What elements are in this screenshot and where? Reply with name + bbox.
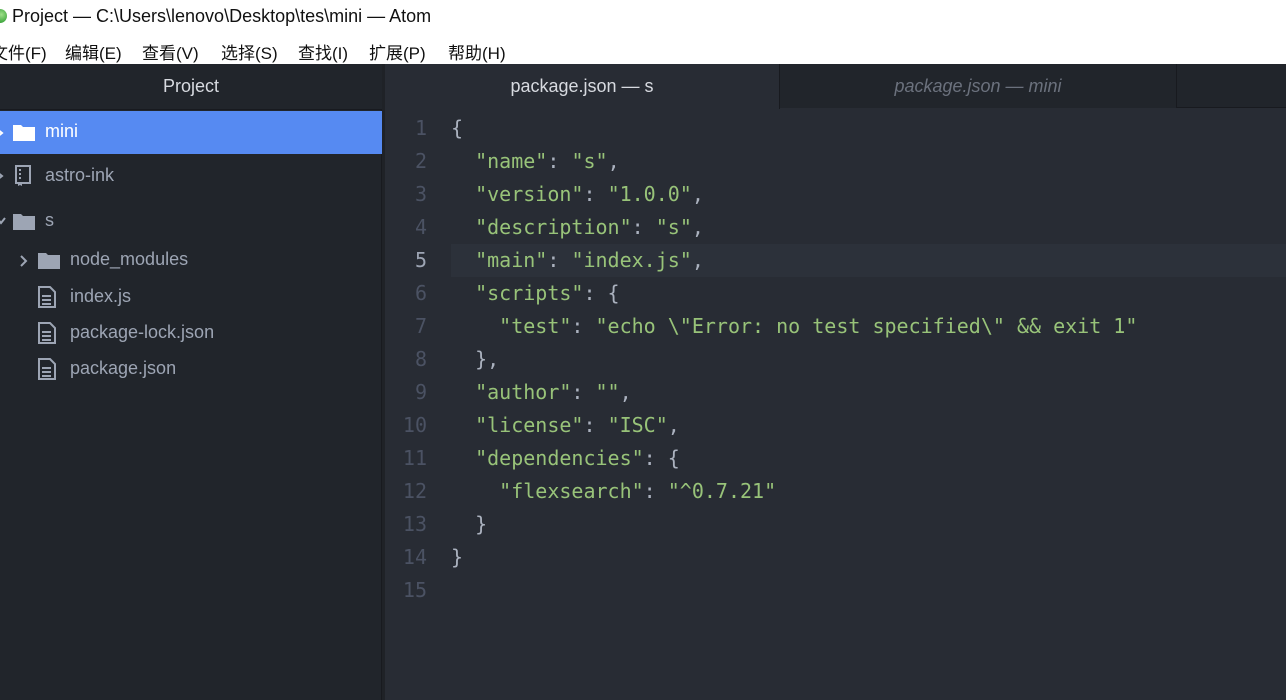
menu-view[interactable]: 查看(V) xyxy=(142,39,199,64)
tree-item-index-js[interactable]: index.js xyxy=(0,279,382,315)
menu-file[interactable]: 文件(F) xyxy=(0,39,47,64)
workspace: Project mini astro-ink s node_modules in… xyxy=(0,64,1286,700)
line-number: 3 xyxy=(414,182,427,206)
code-line-text: }, xyxy=(451,347,500,371)
code-line-text: { xyxy=(451,116,464,140)
tree-item-package-lock-json[interactable]: package-lock.json xyxy=(0,315,382,351)
line-number: 4 xyxy=(414,215,427,239)
atom-logo-icon xyxy=(0,9,7,23)
code-line[interactable]: 4 "description": "s", xyxy=(385,211,1286,244)
tree-item-label: index.js xyxy=(70,286,132,306)
code-line[interactable]: 1{ xyxy=(385,112,1286,145)
line-number: 11 xyxy=(402,446,427,470)
file-icon xyxy=(38,358,56,380)
code-line-text: "dependencies": { xyxy=(475,446,680,470)
code-line-text: "license": "ISC", xyxy=(475,413,680,437)
window-title: Project — C:\Users\lenovo\Desktop\tes\mi… xyxy=(12,6,432,26)
file-icon xyxy=(38,286,56,308)
folder-icon xyxy=(12,122,36,142)
title-bar: Project — C:\Users\lenovo\Desktop\tes\mi… xyxy=(0,0,1286,34)
line-number: 14 xyxy=(402,545,427,569)
code-line[interactable]: 7 "test": "echo \"Error: no test specifi… xyxy=(385,310,1286,343)
code-line[interactable]: 3 "version": "1.0.0", xyxy=(385,178,1286,211)
tree-item-package-json[interactable]: package.json xyxy=(0,351,382,387)
line-number: 5 xyxy=(414,248,427,272)
tab-package-json-s[interactable]: package.json — s xyxy=(385,64,780,109)
menu-packages[interactable]: 扩展(P) xyxy=(369,39,426,64)
code-line[interactable]: 14} xyxy=(385,541,1286,574)
tab-package-json-mini[interactable]: package.json — mini xyxy=(780,64,1177,108)
code-line[interactable]: 6 "scripts": { xyxy=(385,277,1286,310)
chevron-right-icon[interactable] xyxy=(20,243,30,279)
menu-edit[interactable]: 编辑(E) xyxy=(65,39,122,64)
line-number: 8 xyxy=(414,347,427,371)
menu-bar: 文件(F) 编辑(E) 查看(V) 选择(S) 查找(I) 扩展(P) 帮助(H… xyxy=(0,34,1286,64)
tree-item-label: node_modules xyxy=(70,249,189,269)
code-line-text: "flexsearch": "^0.7.21" xyxy=(499,479,777,503)
tree-item-s[interactable]: s xyxy=(0,203,382,239)
menu-selection[interactable]: 选择(S) xyxy=(221,39,278,64)
code-line-text: "scripts": { xyxy=(475,281,620,305)
line-number: 12 xyxy=(402,479,427,503)
tree-item-label: astro-ink xyxy=(45,165,115,185)
code-line-text: "author": "", xyxy=(475,380,632,404)
chevron-right-icon[interactable] xyxy=(0,158,6,194)
tab-bar: package.json — s package.json — mini xyxy=(385,64,1286,109)
tree-item-astro-ink[interactable]: astro-ink xyxy=(0,158,382,194)
tree-item-mini[interactable]: mini xyxy=(0,111,382,154)
code-line-text xyxy=(451,574,1286,607)
code-line[interactable]: 15 xyxy=(385,574,1286,607)
code-line-text: "main": "index.js", xyxy=(451,244,1286,277)
code-line[interactable]: 2 "name": "s", xyxy=(385,145,1286,178)
file-icon xyxy=(38,322,56,344)
line-number: 6 xyxy=(414,281,427,305)
tree-view-title[interactable]: Project xyxy=(0,64,382,110)
code-line-text: } xyxy=(451,545,464,569)
tree-item-node-modules[interactable]: node_modules xyxy=(0,243,382,279)
tree-item-label: mini xyxy=(45,121,79,141)
line-number: 1 xyxy=(414,116,427,140)
chevron-down-icon[interactable] xyxy=(0,203,6,239)
code-line[interactable]: 5 "main": "index.js", xyxy=(385,244,1286,277)
line-number: 10 xyxy=(402,413,427,437)
code-line[interactable]: 9 "author": "", xyxy=(385,376,1286,409)
code-line[interactable]: 12 "flexsearch": "^0.7.21" xyxy=(385,475,1286,508)
code-line-text: "version": "1.0.0", xyxy=(475,182,704,206)
code-line[interactable]: 10 "license": "ISC", xyxy=(385,409,1286,442)
code-line[interactable]: 8 }, xyxy=(385,343,1286,376)
line-number: 7 xyxy=(414,314,427,338)
line-number: 9 xyxy=(414,380,427,404)
chevron-right-icon[interactable] xyxy=(0,111,6,154)
menu-help[interactable]: 帮助(H) xyxy=(448,39,506,64)
code-line-text: "description": "s", xyxy=(475,215,704,239)
line-number: 2 xyxy=(414,149,427,173)
code-line-text: } xyxy=(451,512,488,536)
code-line[interactable]: 13 } xyxy=(385,508,1286,541)
folder-icon xyxy=(12,212,36,231)
code-line[interactable]: 11 "dependencies": { xyxy=(385,442,1286,475)
line-number: 15 xyxy=(402,578,427,602)
line-number: 13 xyxy=(402,512,427,536)
menu-find[interactable]: 查找(I) xyxy=(298,39,348,64)
repo-icon xyxy=(13,165,33,187)
tree-view: Project mini astro-ink s node_modules in… xyxy=(0,64,382,700)
tree-item-label: package.json xyxy=(70,358,177,378)
code-line-text: "name": "s", xyxy=(475,149,620,173)
tree-item-label: package-lock.json xyxy=(70,322,215,342)
editor-pane: package.json — s package.json — mini 1{2… xyxy=(385,64,1286,700)
code-editor[interactable]: 1{2 "name": "s", 3 "version": "1.0.0", 4 "… xyxy=(385,109,1286,700)
folder-icon xyxy=(37,251,61,270)
tree-item-label: s xyxy=(45,210,54,230)
code-line-text: "test": "echo \"Error: no test specified… xyxy=(499,314,1138,338)
